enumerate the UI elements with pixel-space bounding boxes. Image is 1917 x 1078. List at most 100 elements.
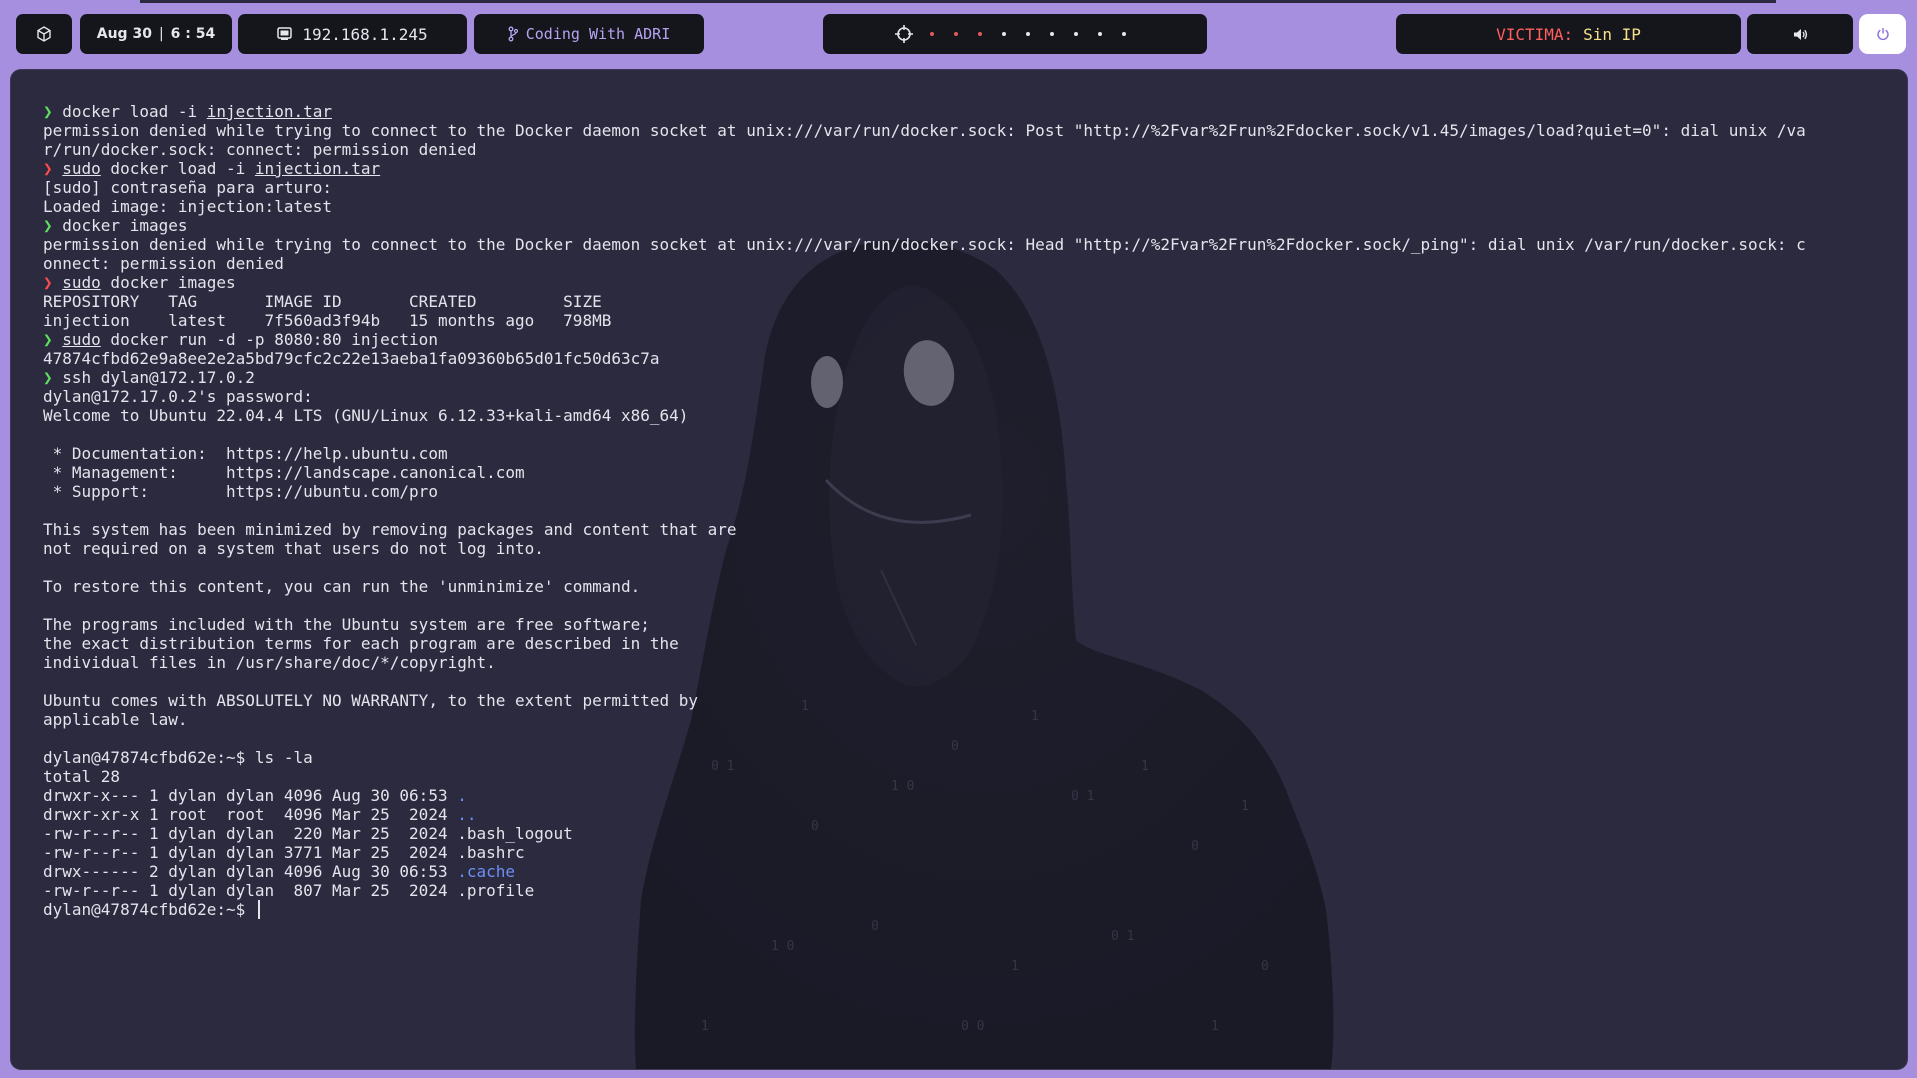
- terminal-line: -rw-r--r-- 1 dylan dylan 220 Mar 25 2024…: [43, 824, 1806, 843]
- terminal-line: ❯ sudo docker images: [43, 273, 1806, 292]
- workspace-dot-1[interactable]: [930, 32, 934, 36]
- terminal-line: ❯ sudo docker load -i injection.tar: [43, 159, 1806, 178]
- clock-widget[interactable]: Aug 30 | 6 : 54: [80, 14, 232, 54]
- terminal-text-segment: * Support: https://ubuntu.com/pro: [43, 482, 438, 501]
- volume-button[interactable]: [1747, 14, 1853, 54]
- terminal-text-segment: Loaded image: injection:latest: [43, 197, 332, 216]
- ip-widget[interactable]: 192.168.1.245: [238, 14, 467, 54]
- svg-text:1: 1: [1211, 1019, 1219, 1034]
- date-text: Aug 30: [96, 26, 152, 42]
- project-widget[interactable]: Coding With ADRI: [474, 14, 704, 54]
- terminal-line: This system has been minimized by removi…: [43, 520, 1806, 539]
- workspace-dot-6[interactable]: [1050, 32, 1054, 36]
- terminal-text-segment: ssh dylan@172.17.0.2: [62, 368, 255, 387]
- terminal-text-segment: permission denied while trying to connec…: [43, 121, 1806, 140]
- terminal-window[interactable]: 0 1 1 0 1 0 0 1 0 1 1 0 1 1 0 0 1 0 1 0 …: [11, 70, 1907, 1069]
- terminal-text-segment: not required on a system that users do n…: [43, 539, 544, 558]
- time-text: 6 : 54: [170, 26, 216, 42]
- terminal-text-segment: applicable law.: [43, 710, 188, 729]
- terminal-text-segment: sudo: [62, 273, 101, 292]
- ip-address-text: 192.168.1.245: [302, 24, 428, 44]
- terminal-text-segment: drwx------ 2 dylan dylan 4096 Aug 30 06:…: [43, 862, 458, 881]
- terminal-output: ❯ docker load -i injection.tar permission…: [43, 102, 1806, 919]
- terminal-text-segment: ❯: [43, 159, 63, 178]
- text-cursor: [257, 900, 260, 919]
- terminal-text-segment: injection.tar: [206, 102, 332, 121]
- terminal-text-segment: Ubuntu comes with ABSOLUTELY NO WARRANTY…: [43, 691, 699, 710]
- terminal-text-segment: docker images: [62, 216, 188, 235]
- terminal-line: individual files in /usr/share/doc/*/cop…: [43, 653, 1806, 672]
- terminal-text-segment: The programs included with the Ubuntu sy…: [43, 615, 650, 634]
- terminal-text-segment: injection.tar: [254, 159, 381, 178]
- terminal-line: Loaded image: injection:latest: [43, 197, 1806, 216]
- target-value: Sin IP: [1583, 24, 1641, 44]
- terminal-line: The programs included with the Ubuntu sy…: [43, 615, 1806, 634]
- workspace-dot-2[interactable]: [954, 32, 958, 36]
- terminal-line: onnect: permission denied: [43, 254, 1806, 273]
- terminal-text-segment: REPOSITORY TAG IMAGE ID CREATED SIZE: [43, 292, 602, 311]
- workspace-dot-4[interactable]: [1002, 32, 1006, 36]
- terminal-text-segment: total 28: [43, 767, 121, 786]
- terminal-text-segment: ❯: [43, 330, 63, 349]
- terminal-line: ❯ sudo docker run -d -p 8080:80 injectio…: [43, 330, 1806, 349]
- terminal-line: r/run/docker.sock: connect: permission d…: [43, 140, 1806, 159]
- terminal-text-segment: -rw-r--r-- 1 dylan dylan 220 Mar 25 2024…: [43, 824, 573, 843]
- workspace-dot-3[interactable]: [978, 32, 982, 36]
- terminal-text-segment: -rw-r--r-- 1 dylan dylan 3771 Mar 25 202…: [43, 843, 525, 862]
- terminal-text-segment: To restore this content, you can run the…: [43, 577, 641, 596]
- terminal-line: Ubuntu comes with ABSOLUTELY NO WARRANTY…: [43, 691, 1806, 710]
- window-top-edge: [140, 0, 1776, 3]
- terminal-text-segment: sudo: [62, 330, 101, 349]
- svg-text:0: 0: [871, 919, 879, 934]
- crosshair-icon: [895, 25, 913, 43]
- terminal-line: 47874cfbd62e9a8ee2e2a5bd79cfc2c22e13aeba…: [43, 349, 1806, 368]
- workspace-switcher[interactable]: [823, 14, 1207, 54]
- workspace-dot-9[interactable]: [1122, 32, 1126, 36]
- terminal-text-segment: Welcome to Ubuntu 22.04.4 LTS (GNU/Linux…: [43, 406, 689, 425]
- terminal-text-segment: individual files in /usr/share/doc/*/cop…: [43, 653, 496, 672]
- terminal-line: drwx------ 2 dylan dylan 4096 Aug 30 06:…: [43, 862, 1806, 881]
- terminal-text-segment: 47874cfbd62e9a8ee2e2a5bd79cfc2c22e13aeba…: [43, 349, 660, 368]
- workspace-dot-8[interactable]: [1098, 32, 1102, 36]
- terminal-text-segment: drwxr-x--- 1 dylan dylan 4096 Aug 30 06:…: [43, 786, 458, 805]
- terminal-text-segment: [sudo] contraseña para arturo:: [43, 178, 332, 197]
- terminal-line: drwxr-x--- 1 dylan dylan 4096 Aug 30 06:…: [43, 786, 1806, 805]
- terminal-prompt-line[interactable]: dylan@47874cfbd62e:~$: [43, 900, 1806, 919]
- terminal-text-segment: dylan@172.17.0.2's password:: [43, 387, 313, 406]
- workspace-dot-7[interactable]: [1074, 32, 1078, 36]
- terminal-line: -rw-r--r-- 1 dylan dylan 807 Mar 25 2024…: [43, 881, 1806, 900]
- terminal-text-segment: dylan@47874cfbd62e:~$ ls -la: [43, 748, 313, 767]
- terminal-line: -rw-r--r-- 1 dylan dylan 3771 Mar 25 202…: [43, 843, 1806, 862]
- terminal-text-segment: ❯: [43, 216, 63, 235]
- terminal-text-segment: permission denied while trying to connec…: [43, 235, 1806, 254]
- terminal-text-segment: drwxr-xr-x 1 root root 4096 Mar 25 2024: [43, 805, 458, 824]
- terminal-line: injection latest 7f560ad3f94b 15 months …: [43, 311, 1806, 330]
- terminal-line: the exact distribution terms for each pr…: [43, 634, 1806, 653]
- workspace-dot-5[interactable]: [1026, 32, 1030, 36]
- terminal-text-segment: .: [457, 786, 467, 805]
- terminal-line: permission denied while trying to connec…: [43, 121, 1806, 140]
- target-label: VICTIMA:: [1496, 24, 1574, 44]
- terminal-line: * Documentation: https://help.ubuntu.com: [43, 444, 1806, 463]
- power-button[interactable]: [1859, 14, 1906, 54]
- terminal-line: ❯ ssh dylan@172.17.0.2: [43, 368, 1806, 387]
- terminal-text-segment: docker images: [100, 273, 236, 292]
- terminal-line: permission denied while trying to connec…: [43, 235, 1806, 254]
- app-launcher-button[interactable]: [16, 14, 72, 54]
- terminal-text-segment: .cache: [457, 862, 516, 881]
- terminal-text-segment: r/run/docker.sock: connect: permission d…: [43, 140, 477, 159]
- svg-text:1: 1: [1011, 959, 1019, 974]
- terminal-line: applicable law.: [43, 710, 1806, 729]
- svg-text:0: 0: [1261, 959, 1269, 974]
- terminal-line: dylan@172.17.0.2's password:: [43, 387, 1806, 406]
- terminal-line: REPOSITORY TAG IMAGE ID CREATED SIZE: [43, 292, 1806, 311]
- terminal-line: ❯ docker images: [43, 216, 1806, 235]
- terminal-text-segment: docker load -i: [62, 102, 207, 121]
- terminal-text-segment: -rw-r--r-- 1 dylan dylan 807 Mar 25 2024…: [43, 881, 535, 900]
- terminal-text-segment: ❯: [43, 102, 63, 121]
- top-bar: Aug 30 | 6 : 54 192.168.1.245 Coding Wit…: [0, 14, 1917, 56]
- target-widget[interactable]: VICTIMA: Sin IP: [1396, 14, 1741, 54]
